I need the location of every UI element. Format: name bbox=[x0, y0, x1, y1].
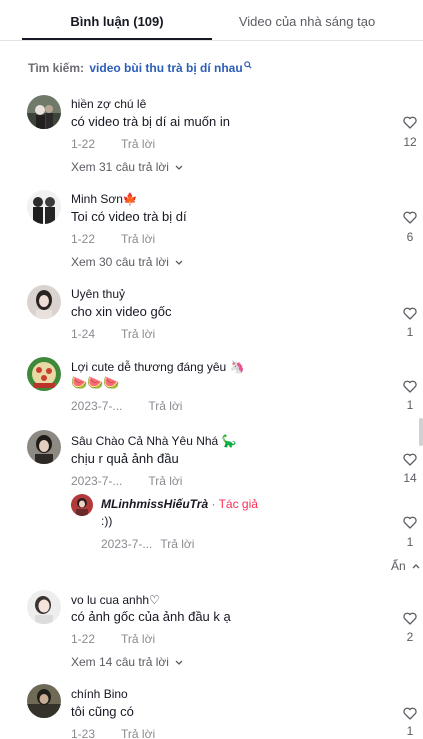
comment-text: chịu r quả ảnh đầu bbox=[71, 451, 179, 466]
heart-outline-icon[interactable] bbox=[403, 307, 417, 320]
heart-outline-icon[interactable] bbox=[403, 612, 417, 625]
comment-username[interactable]: hiền zợ chú lê bbox=[71, 97, 146, 111]
search-term-link[interactable]: video bùi thu trà bị dí nhau bbox=[89, 61, 242, 75]
comment-text: cho xin video gốc bbox=[71, 304, 172, 319]
avatar[interactable] bbox=[71, 494, 93, 516]
reply-button[interactable]: Trả lời bbox=[121, 232, 155, 246]
comment-tabs: Bình luận (109) Video của nhà sáng tạo bbox=[0, 0, 423, 41]
author-badge: · Tác giả bbox=[211, 497, 258, 511]
heart-outline-icon[interactable] bbox=[403, 211, 417, 224]
heart-outline-icon[interactable] bbox=[403, 516, 417, 529]
comment-username[interactable]: Sâu Chào Cả Nhà Yêu Nhá 🦕 bbox=[71, 434, 237, 448]
comment-date: 2023-7-... bbox=[71, 474, 123, 488]
reply-button[interactable]: Trả lời bbox=[121, 632, 155, 646]
comment-meta: 2023-7-... Trả lời bbox=[71, 399, 182, 413]
reply-button[interactable]: Trả lời bbox=[121, 727, 155, 739]
view-replies-button[interactable]: Xem 14 câu trả lời bbox=[71, 654, 183, 669]
comment-username[interactable]: Minh Sơn🍁 bbox=[71, 192, 138, 206]
active-tab-indicator bbox=[22, 38, 212, 40]
chevron-down-icon bbox=[175, 254, 183, 268]
reply-username-line: MLinhmissHiếuTrà · Tác giả bbox=[101, 497, 258, 511]
chevron-down-icon bbox=[175, 654, 183, 668]
comment-text: tôi cũng có bbox=[71, 704, 134, 719]
like-count: 1 bbox=[406, 398, 414, 412]
like-count: 14 bbox=[403, 471, 417, 485]
comment-date: 1-22 bbox=[71, 137, 96, 151]
comment-date: 1-24 bbox=[71, 327, 96, 341]
like-count: 1 bbox=[406, 535, 414, 549]
comment-username[interactable]: vo lu cua anhh♡ bbox=[71, 593, 160, 607]
search-icon[interactable] bbox=[243, 58, 252, 72]
comment-meta: 1-24 Trả lời bbox=[71, 327, 155, 341]
comment-date: 1-23 bbox=[71, 727, 96, 739]
avatar[interactable] bbox=[27, 95, 61, 129]
comment-date: 1-22 bbox=[71, 632, 96, 646]
comment-date: 2023-7-... bbox=[71, 399, 123, 413]
reply-meta: 2023-7-... Trả lời bbox=[101, 537, 194, 551]
comment-text: có ảnh gốc của ảnh đầu k ạ bbox=[71, 609, 231, 624]
search-label: Tìm kiếm: bbox=[28, 61, 85, 75]
comment-username[interactable]: Uyên thuỷ bbox=[71, 287, 125, 301]
reply-button[interactable]: Trả lời bbox=[160, 537, 194, 551]
reply-button[interactable]: Trả lời bbox=[121, 327, 155, 341]
like-count: 12 bbox=[403, 135, 417, 149]
view-replies-button[interactable]: Xem 30 câu trả lời bbox=[71, 254, 183, 269]
comment-date: 1-22 bbox=[71, 232, 96, 246]
reply-username[interactable]: MLinhmissHiếuTrà bbox=[101, 497, 208, 511]
heart-outline-icon[interactable] bbox=[403, 453, 417, 466]
heart-outline-icon[interactable] bbox=[403, 380, 417, 393]
tab-creator-videos[interactable]: Video của nhà sáng tạo bbox=[212, 0, 402, 41]
comment-meta: 2023-7-... Trả lời bbox=[71, 474, 182, 488]
reply-button[interactable]: Trả lời bbox=[121, 137, 155, 151]
comment-username[interactable]: Lợi cute dễ thương đáng yêu 🦄 bbox=[71, 360, 244, 374]
reply-date: 2023-7-... bbox=[101, 537, 153, 551]
reply-button[interactable]: Trả lời bbox=[148, 474, 182, 488]
heart-outline-icon[interactable] bbox=[403, 116, 417, 129]
view-replies-label: Xem 14 câu trả lời bbox=[71, 655, 169, 669]
avatar[interactable] bbox=[27, 190, 61, 224]
avatar[interactable] bbox=[27, 430, 61, 464]
chevron-down-icon bbox=[175, 159, 183, 173]
comment-meta: 1-22 Trả lời bbox=[71, 137, 155, 151]
comment-meta: 1-22 Trả lời bbox=[71, 232, 155, 246]
chevron-up-icon bbox=[412, 558, 420, 572]
avatar[interactable] bbox=[27, 590, 61, 624]
like-count: 2 bbox=[406, 630, 414, 644]
heart-outline-icon[interactable] bbox=[403, 707, 417, 720]
tab-comments[interactable]: Bình luận (109) bbox=[22, 0, 212, 41]
view-replies-label: Xem 30 câu trả lời bbox=[71, 255, 169, 269]
scrollbar-thumb[interactable] bbox=[419, 418, 423, 446]
reply-button[interactable]: Trả lời bbox=[148, 399, 182, 413]
comment-text: Toi có video trà bị dí bbox=[71, 209, 187, 224]
comment-meta: 1-22 Trả lời bbox=[71, 632, 155, 646]
hide-replies-label: Ẩn bbox=[391, 559, 406, 573]
reply-text: :)) bbox=[101, 514, 113, 528]
comment-meta: 1-23 Trả lời bbox=[71, 727, 155, 739]
view-replies-button[interactable]: Xem 31 câu trả lời bbox=[71, 159, 183, 174]
avatar[interactable] bbox=[27, 357, 61, 391]
avatar[interactable] bbox=[27, 285, 61, 319]
like-count: 6 bbox=[406, 230, 414, 244]
view-replies-label: Xem 31 câu trả lời bbox=[71, 160, 169, 174]
comment-text: 🍉🍉🍉 bbox=[71, 375, 120, 390]
comment-username[interactable]: chính Bino bbox=[71, 687, 128, 701]
comment-text: có video trà bị dí ai muốn in bbox=[71, 114, 230, 129]
like-count: 1 bbox=[406, 724, 414, 738]
like-count: 1 bbox=[406, 325, 414, 339]
search-suggestion: Tìm kiếm: video bùi thu trà bị dí nhau bbox=[28, 58, 252, 75]
avatar[interactable] bbox=[27, 684, 61, 718]
hide-replies-button[interactable]: Ẩn bbox=[391, 558, 420, 573]
